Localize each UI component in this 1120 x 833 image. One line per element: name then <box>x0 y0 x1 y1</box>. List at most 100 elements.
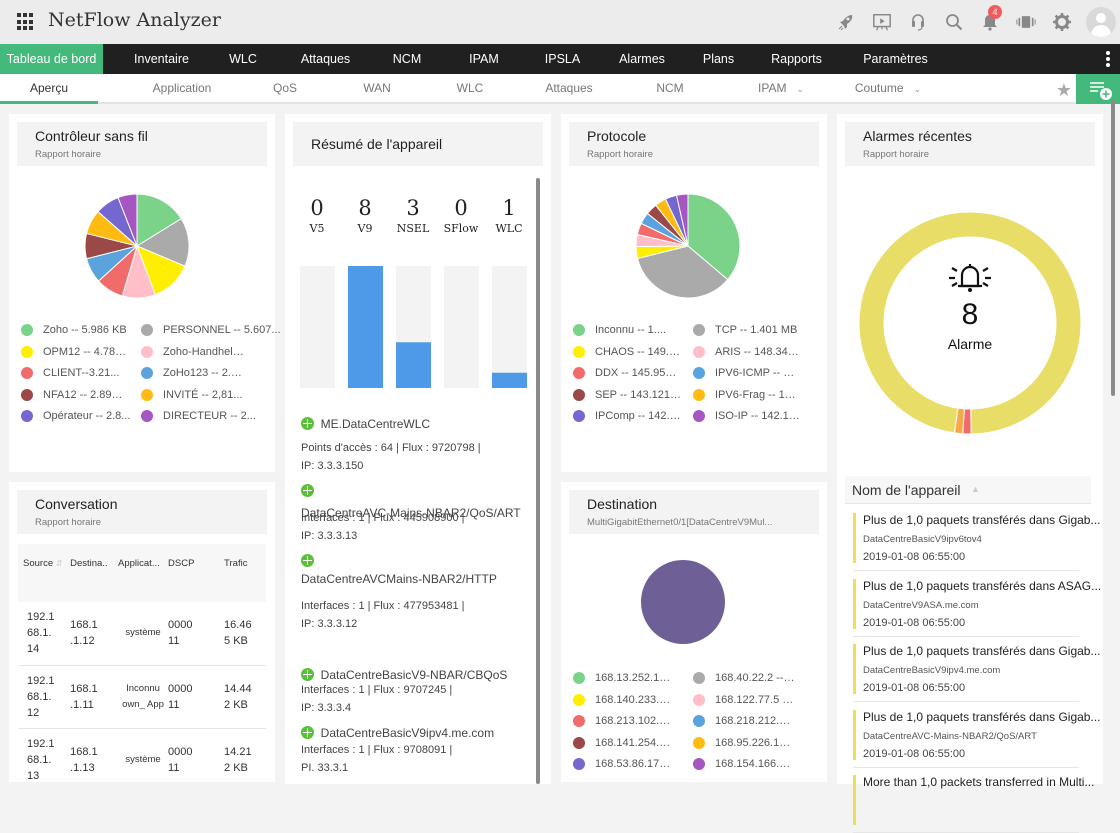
device-list-scrollbar[interactable] <box>536 178 540 784</box>
bar-v9[interactable] <box>348 266 383 388</box>
legend-item[interactable]: Zoho-Handhel… <box>141 345 244 358</box>
alarm-item[interactable]: Plus de 1,0 paquets transférés dans Giga… <box>853 636 1100 702</box>
alarm-item[interactable]: More than 1,0 packets transferred in Mul… <box>853 767 1094 833</box>
legend-item[interactable]: 168.140.233.… <box>573 693 670 706</box>
legend-item[interactable]: 168.141.254.… <box>573 736 670 749</box>
main-nav-parametres[interactable]: Paramètres <box>854 44 937 74</box>
expand-plus-icon[interactable] <box>301 668 314 681</box>
legend-item[interactable]: 168.40.22.2 --… <box>693 672 795 684</box>
counter-v9[interactable]: 8 V9 <box>345 196 385 235</box>
presentation-icon[interactable] <box>864 0 900 44</box>
column-source[interactable]: Source ⇵ <box>18 544 71 602</box>
tab-ncm[interactable]: NCM <box>650 74 690 102</box>
legend-item[interactable]: Zoho -- 5.986 KB <box>21 324 127 336</box>
sort-icon[interactable]: ⇵ <box>56 559 63 568</box>
user-avatar-icon[interactable] <box>1086 7 1116 37</box>
legend-item[interactable]: 168.218.212.… <box>693 715 790 727</box>
legend-item[interactable]: IPComp -- 142.… <box>573 410 681 422</box>
main-nav-inventaire[interactable]: Inventaire <box>103 44 220 74</box>
tab-wlc[interactable]: WLC <box>450 74 490 102</box>
column-dscp[interactable]: DSCP <box>168 544 219 602</box>
counter-nsel[interactable]: 3 NSEL <box>393 196 433 235</box>
more-options-icon[interactable] <box>1106 51 1110 67</box>
alarm-item[interactable]: Plus de 1,0 paquets transférés dans Giga… <box>853 702 1100 768</box>
tab-ipam[interactable]: IPAM ⌄ <box>745 74 817 102</box>
main-nav-tableau-de-bord[interactable]: Tableau de bord <box>0 44 103 74</box>
legend-item[interactable]: SEP -- 143.121… <box>573 388 681 401</box>
main-nav-wlc[interactable]: WLC <box>220 44 266 74</box>
alarms-table-header[interactable]: Nom de l'appareil ▲ <box>845 476 1091 504</box>
legend-item[interactable]: 168.122.77.5 … <box>693 693 793 706</box>
tab-wan[interactable]: WAN <box>355 74 399 102</box>
legend-item[interactable]: CLIENT--3.21... <box>21 367 119 379</box>
legend-item[interactable]: DIRECTEUR -- 2... <box>141 410 256 422</box>
legend-item[interactable]: Inconnu -- 1.... <box>573 324 666 336</box>
legend-item[interactable]: 168.53.86.17… <box>573 758 670 770</box>
expand-plus-icon[interactable] <box>301 726 314 739</box>
bar-nsel[interactable] <box>396 342 431 388</box>
legend-item[interactable]: 168.154.166.… <box>693 758 790 770</box>
devices-icon[interactable] <box>1008 0 1044 44</box>
legend-item[interactable]: ISO-IP -- 142.1… <box>693 410 800 422</box>
legend-item[interactable]: TCP -- 1.401 MB <box>693 324 797 336</box>
legend-label: 168.53.86.17… <box>595 758 671 770</box>
legend-item[interactable]: CHAOS -- 149.… <box>573 345 680 358</box>
legend-item[interactable]: PERSONNEL -- 5.607... <box>141 324 281 336</box>
sort-icon[interactable]: ▲ <box>971 484 980 494</box>
favorite-star-icon[interactable]: ★ <box>1056 80 1072 101</box>
legend-item[interactable]: NFA12 -- 2.89… <box>21 388 122 401</box>
main-nav-rapports[interactable]: Rapports <box>739 44 854 74</box>
tab-attaques[interactable]: Attaques <box>538 74 600 102</box>
tab-coutume[interactable]: Coutume ⌄ <box>848 74 928 102</box>
table-row[interactable]: 192.1 68.1. 14 168.1.1.12 système 0000 11 1… <box>18 602 266 666</box>
alarm-item[interactable]: Plus de 1,0 paquets transférés dans Giga… <box>853 505 1100 571</box>
counter-sflow[interactable]: 0 SFlow <box>441 196 481 235</box>
device-name[interactable]: DataCentreAVCMains-NBAR2/HTTP <box>301 572 497 586</box>
legend-item[interactable]: Opérateur -- 2.8... <box>21 410 130 422</box>
legend-item[interactable]: DDX -- 145.95… <box>573 367 676 379</box>
expand-plus-icon[interactable] <box>301 417 314 430</box>
expand-plus-icon[interactable] <box>301 484 314 497</box>
bar-wlc[interactable] <box>492 372 527 388</box>
legend-color-dot <box>693 672 705 684</box>
search-icon[interactable] <box>936 0 972 44</box>
device-name[interactable]: DataCentreBasicV9ipv4.me.com <box>321 726 494 740</box>
legend-item[interactable]: ARIS -- 148.34… <box>693 345 799 358</box>
alarm-item[interactable]: Plus de 1,0 paquets transférés dans ASAG… <box>853 571 1101 637</box>
legend-item[interactable]: 168.13.252.1… <box>573 672 670 684</box>
table-row[interactable]: 192.1 68.1. 12 168.1.1.11 Inconnu own_ App … <box>18 665 266 729</box>
device-name[interactable]: DataCentreBasicV9-NBAR/CBQoS <box>321 668 508 682</box>
column-application[interactable]: Applicat... <box>118 544 169 602</box>
main-nav-plans[interactable]: Plans <box>698 44 739 74</box>
expand-plus-icon[interactable] <box>301 554 314 567</box>
main-nav-ipam[interactable]: IPAM <box>429 44 539 74</box>
legend-item[interactable]: 168.95.226.1… <box>693 736 790 749</box>
column-traffic[interactable]: Trafic <box>218 544 266 602</box>
cell-destination: 168.1.1.11 <box>70 665 119 729</box>
tab-apercu[interactable]: Aperçu <box>0 74 98 104</box>
tab-application[interactable]: Application <box>142 74 222 102</box>
legend-item[interactable]: IPV6-Frag -- 1… <box>693 388 796 401</box>
main-nav-attaques[interactable]: Attaques <box>266 44 385 74</box>
bell-icon[interactable]: 4 <box>972 0 1008 44</box>
legend-item[interactable]: ZoHo123 -- 2.… <box>141 367 242 379</box>
counter-v5[interactable]: 0 V5 <box>297 196 337 235</box>
column-destination[interactable]: Destina.. <box>70 544 119 602</box>
legend-item[interactable]: INVITÉ -- 2,81... <box>141 388 242 401</box>
support-headset-icon[interactable] <box>900 0 936 44</box>
rocket-icon[interactable] <box>828 0 864 44</box>
legend-item[interactable]: 168.213.102.… <box>573 715 670 727</box>
counter-wlc[interactable]: 1 WLC <box>489 196 529 235</box>
main-nav-ncm[interactable]: NCM <box>385 44 429 74</box>
main-nav-alarmes[interactable]: Alarmes <box>586 44 698 74</box>
gear-icon[interactable] <box>1044 0 1080 44</box>
legend-item[interactable]: OPM12 -- 4.78… <box>21 345 126 358</box>
pie-slice-single[interactable] <box>641 560 725 644</box>
table-row[interactable]: 192.1 68.1. 13 168.1.1.13 système 0000 11 1… <box>18 728 266 782</box>
tab-qos[interactable]: QoS <box>265 74 305 102</box>
legend-item[interactable]: IPV6-ICMP -- … <box>693 367 794 379</box>
device-name[interactable]: ME.DataCentreWLC <box>321 417 430 431</box>
app-grid-icon[interactable] <box>17 13 35 31</box>
main-nav-ipsla[interactable]: IPSLA <box>539 44 586 74</box>
page-scrollbar[interactable] <box>1111 100 1115 396</box>
